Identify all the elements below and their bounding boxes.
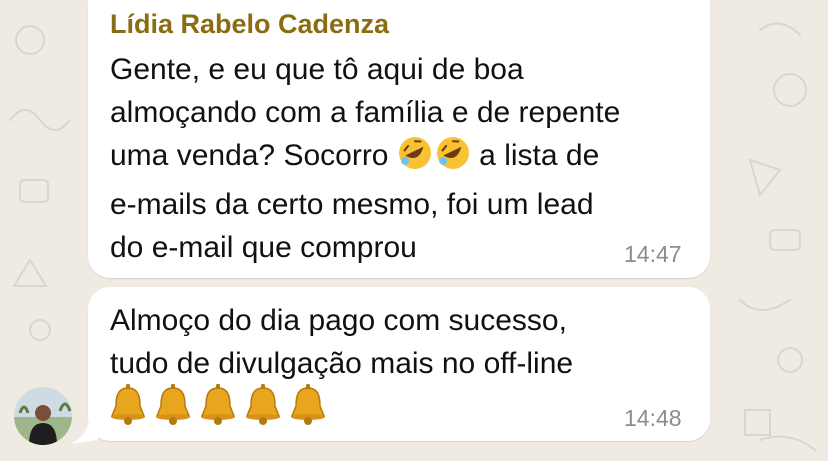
bell-emoji — [200, 384, 236, 426]
message-timestamp-2: 14:48 — [624, 405, 682, 431]
bell-emoji — [290, 384, 326, 426]
contact-avatar-photo — [14, 387, 72, 445]
bell-emoji — [110, 384, 146, 426]
rolling-on-floor-laughing-emoji — [397, 135, 471, 183]
message-text-1: Gente, e eu que tô aqui de boa almoçando… — [110, 48, 690, 269]
message-timestamp-1: 14:47 — [624, 241, 682, 267]
bell-emoji — [245, 384, 281, 426]
sender-name[interactable]: Lídia Rabelo Cadenza — [110, 8, 389, 40]
bell-emoji — [155, 384, 191, 426]
message-text-2: Almoço do dia pago com sucesso, tudo de … — [110, 304, 574, 380]
contact-avatar[interactable] — [14, 387, 72, 445]
bell-emoji-row — [110, 384, 326, 426]
bubble-tail — [70, 424, 98, 444]
